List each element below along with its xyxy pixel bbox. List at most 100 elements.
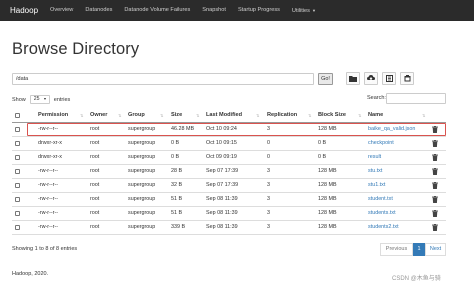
footer-text: Hadoop, 2020.	[12, 271, 49, 277]
file-name-link[interactable]: students2.txt	[368, 224, 399, 230]
size-cell: 28 B	[171, 168, 183, 174]
page-1-button[interactable]: 1	[413, 243, 425, 256]
col-owner[interactable]: Owner	[90, 112, 107, 118]
block-size-cell: 128 MB	[318, 210, 337, 216]
col-replication[interactable]: Replication	[267, 112, 297, 118]
trash-icon[interactable]	[432, 182, 438, 189]
cut-button[interactable]	[382, 72, 396, 85]
brand-logo[interactable]: Hadoop	[0, 6, 46, 15]
sort-icon: ⇅	[196, 113, 200, 118]
go-button[interactable]: Go!	[318, 73, 333, 85]
col-last-modified[interactable]: Last Modified	[206, 112, 242, 118]
top-navbar: Hadoop Overview Datanodes Datanode Volum…	[0, 0, 474, 21]
page-title: Browse Directory	[12, 40, 140, 58]
row-divider	[12, 234, 446, 235]
group-cell: supergroup	[128, 224, 156, 230]
owner-cell: root	[90, 154, 100, 160]
nav-snapshot[interactable]: Snapshot	[196, 0, 232, 21]
col-permission[interactable]: Permission	[38, 112, 68, 118]
paste-icon	[404, 75, 410, 82]
block-size-cell: 128 MB	[318, 196, 337, 202]
row-checkbox[interactable]	[15, 169, 20, 174]
sort-icon: ⇅	[308, 113, 312, 118]
nav-utilities[interactable]: Utilities ▼	[286, 0, 322, 21]
nav-volume-failures[interactable]: Datanode Volume Failures	[118, 0, 196, 21]
permission-cell: drwxr-xr-x	[38, 154, 62, 160]
show-label: Show	[12, 96, 26, 103]
row-checkbox[interactable]	[15, 197, 20, 202]
modified-cell: Sep 08 11:39	[206, 224, 238, 230]
size-cell: 339 B	[171, 224, 186, 230]
replication-cell: 3	[267, 196, 270, 202]
path-input[interactable]: /data	[12, 73, 314, 85]
create-folder-button[interactable]	[346, 72, 360, 85]
permission-cell: -rw-r--r--	[38, 196, 59, 202]
watermark: CSDN @木鱼与骑	[392, 276, 441, 282]
search-input[interactable]	[386, 93, 446, 104]
next-button[interactable]: Next	[425, 243, 446, 256]
block-size-cell: 0 B	[318, 140, 327, 146]
previous-button[interactable]: Previous	[380, 243, 413, 256]
file-name-link[interactable]: checkpoint	[368, 140, 394, 146]
sort-icon: ⇅	[160, 113, 164, 118]
permission-cell: drwxr-xr-x	[38, 140, 62, 146]
file-name-link[interactable]: stu1.txt	[368, 182, 385, 188]
file-name-link[interactable]: student.txt	[368, 196, 393, 202]
owner-cell: root	[90, 196, 100, 202]
permission-cell: -rw-r--r--	[38, 210, 59, 216]
trash-icon[interactable]	[432, 154, 438, 161]
modified-cell: Sep 08 11:39	[206, 196, 238, 202]
row-divider	[12, 164, 446, 165]
owner-cell: root	[90, 140, 100, 146]
group-cell: supergroup	[128, 182, 156, 188]
col-size[interactable]: Size	[171, 112, 182, 118]
row-divider	[12, 220, 446, 221]
modified-cell: Oct 10 09:15	[206, 140, 237, 146]
trash-icon[interactable]	[432, 196, 438, 203]
replication-cell: 3	[267, 210, 270, 216]
col-group[interactable]: Group	[128, 112, 145, 118]
file-name-link[interactable]: result	[368, 154, 381, 160]
row-checkbox[interactable]	[15, 183, 20, 188]
sort-icon: ⇅	[256, 113, 260, 118]
col-block-size[interactable]: Block Size	[318, 112, 346, 118]
owner-cell: root	[90, 224, 100, 230]
col-name[interactable]: Name	[368, 112, 383, 118]
replication-cell: 0	[267, 140, 270, 146]
replication-cell: 0	[267, 154, 270, 160]
row-checkbox[interactable]	[15, 211, 20, 216]
select-all-checkbox[interactable]	[15, 113, 20, 118]
row-checkbox[interactable]	[15, 127, 20, 132]
trash-icon[interactable]	[432, 210, 438, 217]
size-cell: 0 B	[171, 154, 180, 160]
replication-cell: 3	[267, 168, 270, 174]
paste-button[interactable]	[400, 72, 414, 85]
row-divider	[12, 192, 446, 193]
row-checkbox[interactable]	[15, 225, 20, 230]
size-cell: 51 B	[171, 196, 183, 202]
row-checkbox[interactable]	[15, 141, 20, 146]
permission-cell: -rw-r--r--	[38, 182, 59, 188]
search-label: Search:	[367, 95, 386, 101]
trash-icon[interactable]	[432, 224, 438, 231]
trash-icon[interactable]	[432, 140, 438, 147]
folder-icon	[349, 76, 357, 82]
modified-cell: Sep 07 17:39	[206, 168, 239, 174]
modified-cell: Sep 07 17:39	[206, 182, 239, 188]
trash-icon[interactable]	[432, 168, 438, 175]
row-highlight-box	[27, 123, 446, 136]
nav-datanodes[interactable]: Datanodes	[79, 0, 118, 21]
group-cell: supergroup	[128, 140, 156, 146]
file-name-link[interactable]: stu.txt	[368, 168, 382, 174]
page-size-select[interactable]: 25 ▼	[29, 95, 50, 104]
block-size-cell: 128 MB	[318, 224, 337, 230]
row-checkbox[interactable]	[15, 155, 20, 160]
entries-label: entries	[53, 96, 71, 103]
modified-cell: Oct 09 09:19	[206, 154, 237, 160]
upload-button[interactable]	[364, 72, 378, 85]
nav-overview[interactable]: Overview	[46, 0, 79, 21]
nav-startup-progress[interactable]: Startup Progress	[232, 0, 286, 21]
table-info: Showing 1 to 8 of 8 entries	[12, 246, 78, 252]
file-name-link[interactable]: students.txt	[368, 210, 396, 216]
size-cell: 32 B	[171, 182, 183, 188]
